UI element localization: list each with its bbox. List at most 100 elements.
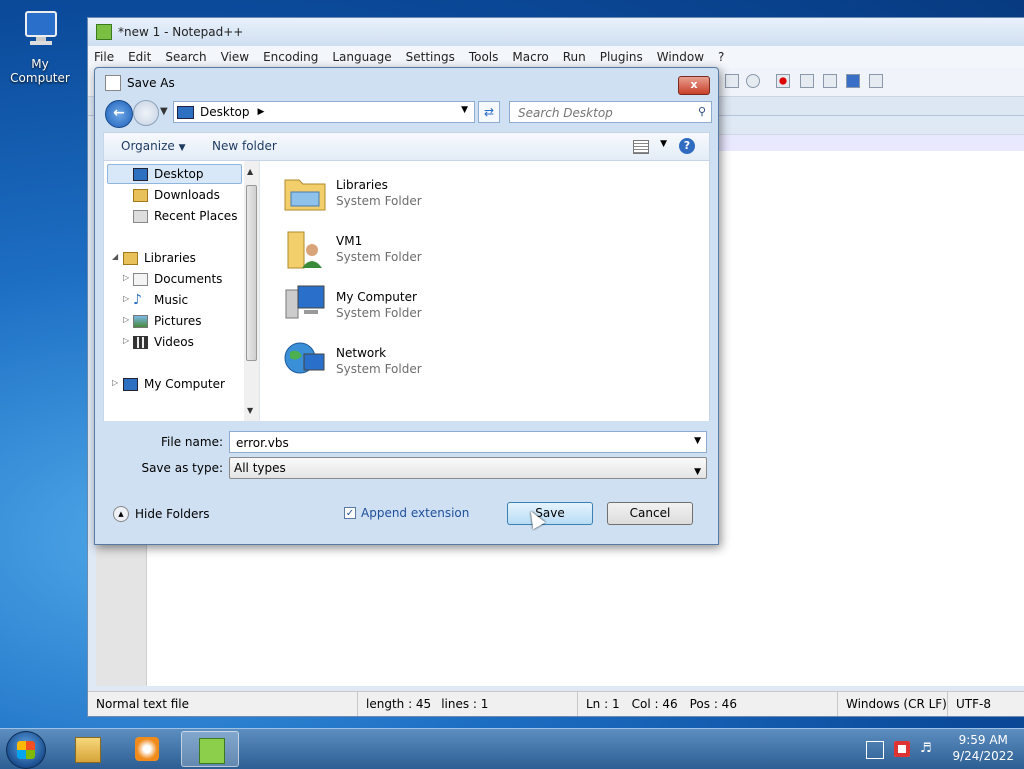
- navigation-scrollbar[interactable]: ▲ ▼: [244, 161, 259, 421]
- item-name: VM1: [336, 234, 363, 248]
- recent-places-icon: [133, 209, 148, 223]
- expand-arrow-icon[interactable]: ▷: [123, 315, 129, 324]
- toolbar-folder-icon[interactable]: [725, 74, 739, 88]
- expand-arrow-icon[interactable]: ▷: [123, 294, 129, 303]
- checkmark-icon: ✓: [344, 507, 356, 519]
- menu-edit[interactable]: Edit: [128, 50, 151, 64]
- cancel-button[interactable]: Cancel: [607, 502, 693, 525]
- tree-item-label: Libraries: [144, 251, 196, 265]
- clock[interactable]: 9:59 AM 9/24/2022: [952, 732, 1014, 764]
- menu-search[interactable]: Search: [165, 50, 206, 64]
- dialog-title: Save As: [127, 76, 175, 90]
- file-name-dropdown-icon[interactable]: ▼: [694, 436, 701, 446]
- history-dropdown-icon[interactable]: ▼: [160, 106, 168, 117]
- taskbar-explorer[interactable]: [58, 731, 116, 767]
- menu-run[interactable]: Run: [563, 50, 586, 64]
- pictures-icon: [133, 314, 148, 328]
- menu-language[interactable]: Language: [332, 50, 391, 64]
- address-dropdown-icon[interactable]: ▼: [461, 105, 468, 115]
- list-item-my-computer[interactable]: My Computer System Folder: [282, 280, 482, 330]
- tree-item-libraries[interactable]: Libraries: [123, 248, 196, 268]
- list-item-vm1[interactable]: VM1 System Folder: [282, 224, 482, 274]
- tree-item-documents[interactable]: Documents: [133, 269, 222, 289]
- volume-icon[interactable]: ♬: [920, 741, 936, 757]
- desktop-location-icon: [177, 105, 194, 119]
- expand-arrow-icon[interactable]: ▷: [112, 378, 118, 387]
- menu-help[interactable]: ?: [718, 50, 724, 64]
- network-tray-icon[interactable]: [866, 741, 884, 759]
- libraries-icon: [123, 251, 138, 265]
- toolbar-bubble-icon[interactable]: [746, 74, 760, 88]
- stop-macro-icon[interactable]: [800, 74, 814, 88]
- tree-item-pictures[interactable]: Pictures: [133, 311, 202, 331]
- help-icon[interactable]: ?: [679, 138, 695, 154]
- notepad-menubar: File Edit Search View Encoding Language …: [88, 46, 1024, 68]
- hide-folders-button[interactable]: ▲ Hide Folders: [113, 506, 210, 522]
- start-button[interactable]: [6, 731, 46, 769]
- file-name-input[interactable]: [234, 433, 678, 453]
- scroll-up-icon[interactable]: ▲: [247, 167, 253, 176]
- organize-dropdown-icon: ▼: [178, 143, 186, 153]
- save-type-dropdown-icon[interactable]: ▼: [694, 462, 701, 482]
- list-item-network[interactable]: Network System Folder: [282, 336, 482, 386]
- menu-tools[interactable]: Tools: [469, 50, 499, 64]
- new-folder-button[interactable]: New folder: [212, 139, 277, 153]
- taskbar-notepad[interactable]: [181, 731, 239, 767]
- file-name-field[interactable]: ▼: [229, 431, 707, 453]
- close-button[interactable]: x: [678, 76, 710, 95]
- notepad-plus-icon: [199, 738, 225, 764]
- navigation-row: ← ▼ Desktop ▶ ▼ ⇄ ⚲: [103, 100, 712, 128]
- tree-item-downloads[interactable]: Downloads: [133, 185, 220, 205]
- address-text: Desktop: [200, 105, 250, 119]
- organize-button[interactable]: Organize ▼: [121, 139, 186, 153]
- search-box[interactable]: ⚲: [509, 101, 712, 123]
- expand-arrow-icon[interactable]: ▷: [123, 273, 129, 282]
- save-as-dialog: Save As x ← ▼ Desktop ▶ ▼ ⇄ ⚲ Organize ▼…: [94, 67, 719, 545]
- search-input[interactable]: [516, 103, 690, 123]
- play-macro-icon[interactable]: [823, 74, 837, 88]
- menu-encoding[interactable]: Encoding: [263, 50, 318, 64]
- menu-plugins[interactable]: Plugins: [600, 50, 643, 64]
- expand-arrow-icon[interactable]: ▷: [123, 336, 129, 345]
- action-center-icon[interactable]: [894, 741, 910, 757]
- refresh-icon[interactable]: ⇄: [478, 101, 500, 123]
- append-extension-checkbox[interactable]: ✓ Append extension: [344, 506, 469, 520]
- record-macro-icon[interactable]: [776, 74, 790, 88]
- save-button[interactable]: Save: [507, 502, 593, 525]
- collapse-arrow-icon[interactable]: ◢: [112, 252, 118, 261]
- tree-item-desktop[interactable]: Desktop: [133, 164, 204, 184]
- save-type-select[interactable]: All types ▼: [229, 457, 707, 479]
- views-dropdown-icon[interactable]: ▼: [660, 139, 667, 149]
- notepad-title: *new 1 - Notepad++: [118, 25, 244, 39]
- breadcrumb-chevron-icon[interactable]: ▶: [258, 107, 265, 117]
- menu-macro[interactable]: Macro: [512, 50, 548, 64]
- views-icon[interactable]: [633, 140, 649, 154]
- scrollbar-thumb[interactable]: [246, 185, 257, 361]
- menu-view[interactable]: View: [221, 50, 249, 64]
- tree-item-videos[interactable]: Videos: [133, 332, 194, 352]
- tree-item-label: Downloads: [154, 188, 220, 202]
- save-macro-icon[interactable]: [869, 74, 883, 88]
- tree-item-my-computer[interactable]: My Computer: [123, 374, 225, 394]
- append-extension-label: Append extension: [361, 506, 470, 520]
- status-position: Ln : 1 Col : 46 Pos : 46: [578, 692, 838, 716]
- status-encoding: UTF-8: [956, 697, 991, 711]
- notepad-statusbar: Normal text file length : 45 lines : 1 L…: [88, 691, 1024, 716]
- list-item-libraries[interactable]: Libraries System Folder: [282, 168, 482, 218]
- taskbar-media-player[interactable]: [118, 731, 176, 767]
- item-type: System Folder: [336, 362, 422, 376]
- menu-file[interactable]: File: [94, 50, 114, 64]
- run-macro-multiple-icon[interactable]: [846, 74, 860, 88]
- search-icon[interactable]: ⚲: [698, 105, 706, 118]
- menu-settings[interactable]: Settings: [406, 50, 455, 64]
- address-bar[interactable]: Desktop ▶ ▼: [173, 101, 475, 123]
- back-arrow-icon[interactable]: ←: [105, 100, 133, 128]
- status-col: Col : 46: [631, 697, 678, 711]
- desktop-icon-my-computer[interactable]: My Computer: [0, 8, 80, 85]
- tree-item-recent-places[interactable]: Recent Places: [133, 206, 237, 226]
- tree-item-music[interactable]: ♪ Music: [133, 290, 188, 310]
- item-type: System Folder: [336, 250, 422, 264]
- scroll-down-icon[interactable]: ▼: [247, 406, 253, 415]
- forward-arrow-icon[interactable]: [133, 100, 159, 126]
- menu-window[interactable]: Window: [657, 50, 704, 64]
